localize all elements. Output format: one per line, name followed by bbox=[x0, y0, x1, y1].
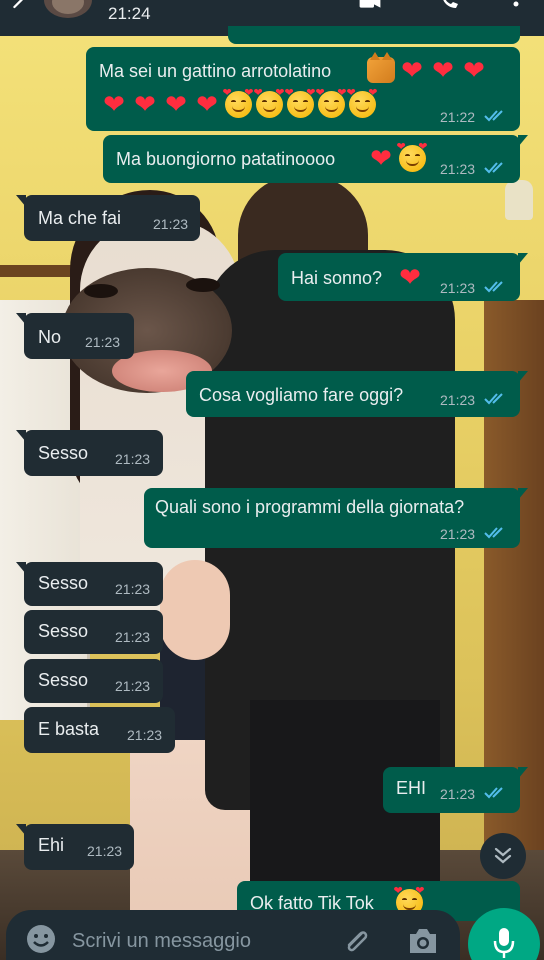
message-text: Cosa vogliamo fare oggi? bbox=[199, 385, 404, 405]
message-text: Sesso bbox=[38, 621, 89, 641]
read-ticks-icon bbox=[484, 787, 503, 799]
message-text: Hai sonno? bbox=[291, 268, 383, 288]
red-heart-icon: ❤ bbox=[196, 89, 218, 119]
message-text: No bbox=[38, 327, 62, 347]
message-text: Ma che fai bbox=[38, 208, 122, 228]
red-heart-icon: ❤ bbox=[432, 55, 454, 85]
video-call-icon[interactable] bbox=[358, 0, 382, 18]
message-time: 21:23 bbox=[153, 216, 189, 232]
message-time: 21:23 bbox=[115, 581, 151, 597]
message-time: 21:23 bbox=[115, 678, 151, 694]
message-time: 21:23 bbox=[127, 727, 163, 743]
message-time: 21:23 bbox=[85, 334, 121, 350]
message-time: 21:23 bbox=[440, 526, 476, 542]
read-ticks-icon bbox=[484, 162, 503, 174]
red-heart-icon: ❤ bbox=[399, 262, 421, 292]
message-time: 21:23 bbox=[440, 280, 476, 296]
attach-icon[interactable] bbox=[340, 925, 374, 959]
red-heart-icon: ❤ bbox=[401, 55, 423, 85]
message-emoji-row: ❤ ❤ ❤ ❤ ❤ ❤ ❤ ❤ ❤ ❤ ❤ ❤ ❤ ❤ bbox=[99, 87, 378, 119]
wallpaper-eye-left bbox=[84, 284, 118, 298]
avatar[interactable] bbox=[44, 0, 92, 18]
incoming-message[interactable]: No 21:23 bbox=[16, 313, 134, 359]
message-time: 21:22 bbox=[440, 109, 476, 125]
message-text: Ma buongiorno patatinoooo bbox=[116, 149, 336, 169]
message-emoji-row: ❤ ❤ ❤ bbox=[366, 141, 428, 173]
phone-call-icon[interactable] bbox=[438, 0, 462, 18]
message-composer: Scrivi un messaggio bbox=[6, 910, 460, 960]
more-menu-icon[interactable] bbox=[504, 0, 528, 18]
outgoing-message[interactable]: Hai sonno? ❤ 21:23 bbox=[278, 253, 528, 301]
message-text: EHI bbox=[396, 778, 427, 798]
cat-face-icon bbox=[366, 52, 396, 83]
read-ticks-icon bbox=[484, 110, 503, 122]
message-emoji-row: ❤ bbox=[395, 264, 425, 290]
smiling-face-with-hearts-icon: ❤ ❤ bbox=[316, 87, 347, 118]
double-chevron-down-icon bbox=[494, 847, 512, 864]
outgoing-message[interactable]: Cosa vogliamo fare oggi? 21:23 bbox=[186, 371, 528, 417]
red-heart-icon: ❤ bbox=[370, 143, 392, 173]
back-arrow-icon[interactable] bbox=[8, 0, 30, 18]
message-time: 21:23 bbox=[440, 161, 476, 177]
contact-subtitle[interactable]: 21:24 bbox=[108, 4, 151, 24]
wallpaper-arm bbox=[160, 560, 230, 660]
message-time: 21:23 bbox=[440, 392, 476, 408]
outgoing-message[interactable]: Ma sei un gattino arrotolatino ❤ ❤ ❤ ❤ ❤… bbox=[86, 47, 520, 131]
smiling-face-with-hearts-icon: ❤ ❤ bbox=[223, 87, 254, 118]
red-heart-icon: ❤ bbox=[103, 89, 125, 119]
read-ticks-icon bbox=[484, 281, 503, 293]
read-ticks-icon bbox=[484, 527, 503, 539]
wallpaper-lamp bbox=[505, 180, 533, 220]
message-text: Ma sei un gattino arrotolatino bbox=[99, 61, 332, 81]
message-text: E basta bbox=[38, 719, 100, 739]
message-input[interactable]: Scrivi un messaggio bbox=[72, 930, 251, 953]
message-text: Quali sono i programmi della giornata? bbox=[155, 497, 465, 517]
red-heart-icon: ❤ bbox=[165, 89, 187, 119]
message-text: Sesso bbox=[38, 443, 89, 463]
message-time: 21:23 bbox=[87, 843, 123, 859]
wallpaper-eye-right bbox=[186, 278, 220, 292]
camera-icon[interactable] bbox=[406, 926, 440, 956]
outgoing-message[interactable]: EHI 21:23 bbox=[383, 767, 528, 813]
read-ticks-icon bbox=[484, 393, 503, 405]
smiling-face-with-hearts-icon: ❤ ❤ bbox=[397, 141, 428, 172]
message-time: 21:23 bbox=[115, 629, 151, 645]
emoji-icon[interactable] bbox=[24, 922, 58, 956]
red-heart-icon: ❤ bbox=[463, 55, 485, 85]
incoming-message[interactable]: Sesso 21:23 bbox=[16, 430, 163, 476]
smiling-face-with-hearts-icon: ❤ ❤ bbox=[254, 87, 285, 118]
incoming-message[interactable]: E basta 21:23 bbox=[24, 707, 175, 753]
scroll-to-bottom-button[interactable] bbox=[480, 833, 526, 879]
message-time: 21:23 bbox=[440, 786, 476, 802]
incoming-message[interactable]: Ma che fai 21:23 bbox=[16, 195, 200, 241]
mic-icon bbox=[493, 928, 515, 958]
partial-message-bubble bbox=[228, 26, 520, 44]
incoming-message[interactable]: Ehi 21:23 bbox=[16, 824, 134, 870]
incoming-message[interactable]: Sesso 21:23 bbox=[16, 562, 163, 606]
message-time: 21:23 bbox=[115, 451, 151, 467]
message-text: Ehi bbox=[38, 835, 65, 855]
message-emoji-row: ❤ ❤ ❤ bbox=[366, 52, 489, 85]
smiling-face-with-hearts-icon: ❤ ❤ bbox=[347, 87, 378, 118]
incoming-message[interactable]: Sesso 21:23 bbox=[24, 659, 163, 703]
outgoing-message[interactable]: Quali sono i programmi della giornata? 2… bbox=[144, 488, 528, 548]
message-text: Sesso bbox=[38, 670, 89, 690]
message-text: Sesso bbox=[38, 573, 89, 593]
outgoing-message[interactable]: Ma buongiorno patatinoooo ❤ ❤ ❤ 21:23 bbox=[103, 135, 528, 183]
red-heart-icon: ❤ bbox=[134, 89, 156, 119]
incoming-message[interactable]: Sesso 21:23 bbox=[24, 610, 163, 654]
smiling-face-with-hearts-icon: ❤ ❤ bbox=[285, 87, 316, 118]
